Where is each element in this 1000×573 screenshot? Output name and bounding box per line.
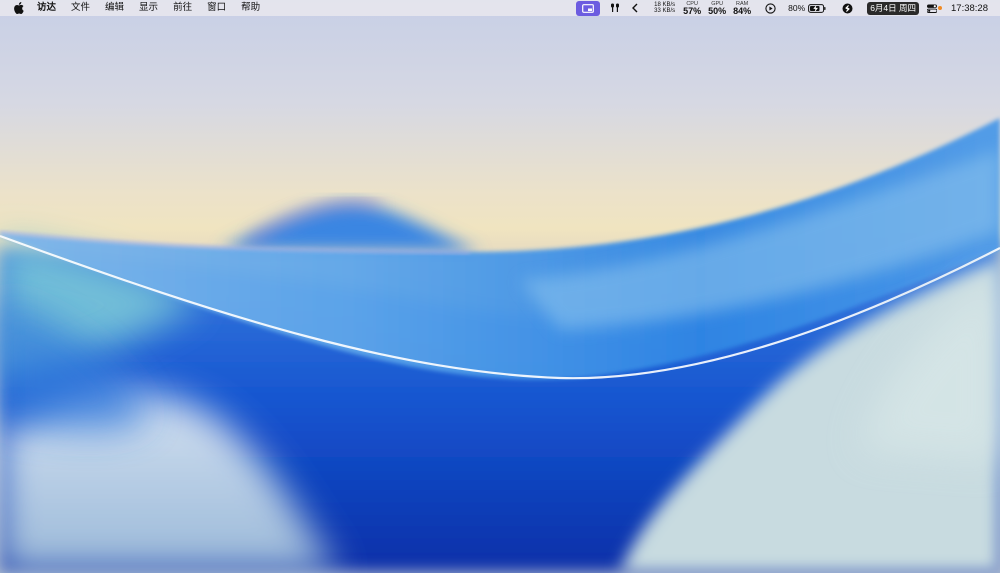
notification-dot	[938, 6, 943, 10]
gpu-value: 50%	[708, 6, 727, 16]
desktop: 访达 文件 编辑 显示 前往 窗口 帮助 18 KB/s 33 KB/s CPU…	[0, 0, 1000, 573]
network-down-label: 33 KB/s	[654, 8, 676, 14]
menu-app-name[interactable]: 访达	[37, 0, 56, 16]
control-center-icon[interactable]	[927, 0, 943, 16]
shazam-icon[interactable]	[842, 0, 853, 16]
wallpaper	[0, 118, 1000, 573]
screen-capture-icon[interactable]	[576, 0, 601, 16]
network-speed[interactable]: 18 KB/s 33 KB/s	[654, 2, 675, 14]
airpods-icon[interactable]	[610, 0, 620, 16]
play-circle-icon[interactable]	[765, 0, 776, 16]
menu-help[interactable]: 帮助	[241, 0, 260, 16]
menu-file[interactable]: 文件	[71, 0, 90, 16]
cpu-value: 57%	[683, 6, 702, 16]
battery-percent[interactable]: 80%	[788, 3, 805, 13]
clock[interactable]: 17:38:28	[951, 3, 988, 14]
chevron-left-icon[interactable]	[632, 0, 638, 16]
menu-edit[interactable]: 编辑	[105, 0, 124, 16]
menu-view[interactable]: 显示	[139, 0, 158, 16]
date-badge[interactable]: 6月4日 周四	[867, 1, 920, 15]
menu-bar: 访达 文件 编辑 显示 前往 窗口 帮助 18 KB/s 33 KB/s CPU…	[0, 0, 1000, 16]
ram-value: 84%	[733, 6, 752, 16]
ram-stat[interactable]: RAM 84%	[733, 1, 752, 16]
cpu-stat[interactable]: CPU 57%	[683, 1, 702, 16]
menu-go[interactable]: 前往	[173, 0, 192, 16]
battery-charging-icon[interactable]	[808, 0, 826, 16]
menu-window[interactable]: 窗口	[207, 0, 226, 16]
apple-logo-icon[interactable]	[12, 1, 25, 15]
gpu-stat[interactable]: GPU 50%	[708, 1, 727, 16]
